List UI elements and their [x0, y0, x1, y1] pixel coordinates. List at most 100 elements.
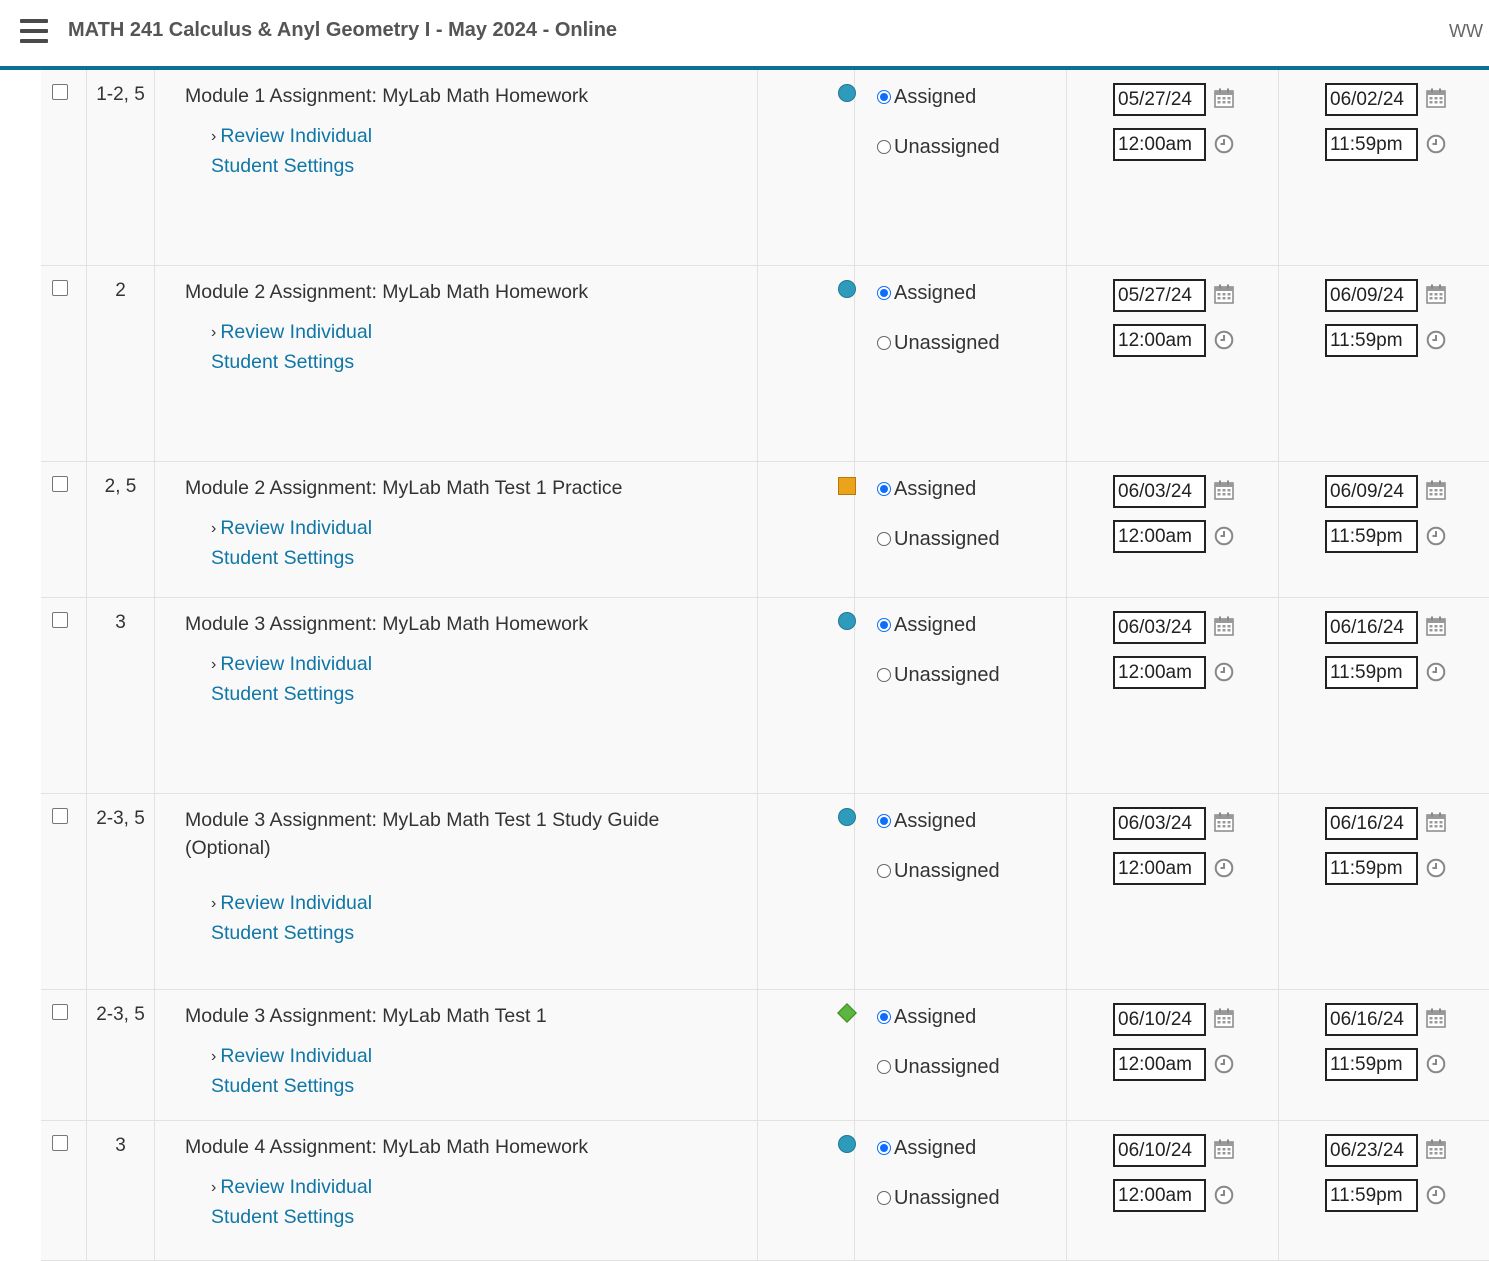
clock-icon[interactable] [1426, 662, 1446, 682]
assigned-radio[interactable] [877, 286, 891, 300]
start-time-input[interactable]: 12:00am [1113, 520, 1206, 553]
due-time-input[interactable]: 11:59pm [1325, 520, 1418, 553]
assignment-title[interactable]: Module 2 Assignment: MyLab Math Test 1 P… [185, 474, 705, 502]
start-date-input[interactable]: 05/27/24 [1113, 83, 1206, 116]
unassigned-radio-option[interactable]: Unassigned [877, 860, 1000, 886]
calendar-icon[interactable] [1214, 480, 1234, 500]
unassigned-radio-option[interactable]: Unassigned [877, 332, 1000, 358]
assigned-radio[interactable] [877, 1010, 891, 1024]
due-date-input[interactable]: 06/23/24 [1325, 1134, 1418, 1167]
start-date-input[interactable]: 06/10/24 [1113, 1003, 1206, 1036]
clock-icon[interactable] [1214, 526, 1234, 546]
clock-icon[interactable] [1426, 1185, 1446, 1205]
assigned-radio-option[interactable]: Assigned [877, 810, 976, 836]
unassigned-radio[interactable] [877, 1191, 891, 1205]
review-individual-settings-link[interactable]: › Review Individual Student Settings [211, 318, 431, 376]
calendar-icon[interactable] [1214, 88, 1234, 108]
due-date-input[interactable]: 06/16/24 [1325, 807, 1418, 840]
unassigned-radio[interactable] [877, 1060, 891, 1074]
due-date-input[interactable]: 06/16/24 [1325, 1003, 1418, 1036]
clock-icon[interactable] [1214, 1185, 1234, 1205]
calendar-icon[interactable] [1214, 1008, 1234, 1028]
due-time-input[interactable]: 11:59pm [1325, 656, 1418, 689]
clock-icon[interactable] [1214, 858, 1234, 878]
row-select-checkbox[interactable] [52, 808, 68, 824]
calendar-icon[interactable] [1426, 812, 1446, 832]
calendar-icon[interactable] [1214, 1139, 1234, 1159]
review-individual-settings-link[interactable]: › Review Individual Student Settings [211, 1173, 431, 1231]
clock-icon[interactable] [1426, 858, 1446, 878]
assignment-title[interactable]: Module 3 Assignment: MyLab Math Test 1 S… [185, 806, 705, 862]
start-date-input[interactable]: 06/03/24 [1113, 807, 1206, 840]
assigned-radio-option[interactable]: Assigned [877, 1137, 976, 1163]
review-individual-settings-link[interactable]: › Review Individual Student Settings [211, 514, 431, 572]
unassigned-radio-option[interactable]: Unassigned [877, 664, 1000, 690]
start-time-input[interactable]: 12:00am [1113, 1179, 1206, 1212]
due-time-input[interactable]: 11:59pm [1325, 128, 1418, 161]
unassigned-radio[interactable] [877, 864, 891, 878]
calendar-icon[interactable] [1426, 1008, 1446, 1028]
clock-icon[interactable] [1426, 1054, 1446, 1074]
due-time-input[interactable]: 11:59pm [1325, 1048, 1418, 1081]
unassigned-radio[interactable] [877, 668, 891, 682]
calendar-icon[interactable] [1214, 284, 1234, 304]
review-individual-settings-link[interactable]: › Review Individual Student Settings [211, 1042, 431, 1100]
clock-icon[interactable] [1214, 662, 1234, 682]
row-select-checkbox[interactable] [52, 1004, 68, 1020]
calendar-icon[interactable] [1426, 88, 1446, 108]
assignment-title[interactable]: Module 2 Assignment: MyLab Math Homework [185, 278, 705, 306]
due-date-input[interactable]: 06/09/24 [1325, 279, 1418, 312]
start-date-input[interactable]: 06/03/24 [1113, 611, 1206, 644]
due-date-input[interactable]: 06/02/24 [1325, 83, 1418, 116]
assigned-radio-option[interactable]: Assigned [877, 478, 976, 504]
calendar-icon[interactable] [1426, 616, 1446, 636]
calendar-icon[interactable] [1214, 616, 1234, 636]
due-time-input[interactable]: 11:59pm [1325, 852, 1418, 885]
clock-icon[interactable] [1214, 1054, 1234, 1074]
clock-icon[interactable] [1426, 526, 1446, 546]
unassigned-radio[interactable] [877, 140, 891, 154]
assigned-radio-option[interactable]: Assigned [877, 86, 976, 112]
hamburger-menu-icon[interactable] [20, 19, 48, 43]
start-time-input[interactable]: 12:00am [1113, 656, 1206, 689]
start-date-input[interactable]: 06/10/24 [1113, 1134, 1206, 1167]
clock-icon[interactable] [1426, 330, 1446, 350]
due-date-input[interactable]: 06/09/24 [1325, 475, 1418, 508]
assignment-title[interactable]: Module 3 Assignment: MyLab Math Homework [185, 610, 705, 638]
due-time-input[interactable]: 11:59pm [1325, 1179, 1418, 1212]
clock-icon[interactable] [1214, 134, 1234, 154]
assigned-radio-option[interactable]: Assigned [877, 1006, 976, 1032]
assignment-title[interactable]: Module 1 Assignment: MyLab Math Homework [185, 82, 705, 110]
review-individual-settings-link[interactable]: › Review Individual Student Settings [211, 889, 431, 947]
unassigned-radio-option[interactable]: Unassigned [877, 1187, 1000, 1213]
calendar-icon[interactable] [1214, 812, 1234, 832]
row-select-checkbox[interactable] [52, 476, 68, 492]
assignment-title[interactable]: Module 3 Assignment: MyLab Math Test 1 [185, 1002, 705, 1030]
calendar-icon[interactable] [1426, 284, 1446, 304]
due-time-input[interactable]: 11:59pm [1325, 324, 1418, 357]
calendar-icon[interactable] [1426, 480, 1446, 500]
calendar-icon[interactable] [1426, 1139, 1446, 1159]
start-date-input[interactable]: 05/27/24 [1113, 279, 1206, 312]
assigned-radio[interactable] [877, 90, 891, 104]
row-select-checkbox[interactable] [52, 1135, 68, 1151]
start-time-input[interactable]: 12:00am [1113, 128, 1206, 161]
assigned-radio[interactable] [877, 482, 891, 496]
clock-icon[interactable] [1426, 134, 1446, 154]
unassigned-radio-option[interactable]: Unassigned [877, 528, 1000, 554]
start-time-input[interactable]: 12:00am [1113, 324, 1206, 357]
row-select-checkbox[interactable] [52, 280, 68, 296]
start-time-input[interactable]: 12:00am [1113, 852, 1206, 885]
unassigned-radio-option[interactable]: Unassigned [877, 136, 1000, 162]
user-initials[interactable]: WW [1449, 21, 1483, 42]
row-select-checkbox[interactable] [52, 612, 68, 628]
unassigned-radio[interactable] [877, 336, 891, 350]
assignment-title[interactable]: Module 4 Assignment: MyLab Math Homework [185, 1133, 705, 1161]
start-time-input[interactable]: 12:00am [1113, 1048, 1206, 1081]
assigned-radio[interactable] [877, 1141, 891, 1155]
clock-icon[interactable] [1214, 330, 1234, 350]
assigned-radio-option[interactable]: Assigned [877, 282, 976, 308]
start-date-input[interactable]: 06/03/24 [1113, 475, 1206, 508]
assigned-radio-option[interactable]: Assigned [877, 614, 976, 640]
unassigned-radio[interactable] [877, 532, 891, 546]
